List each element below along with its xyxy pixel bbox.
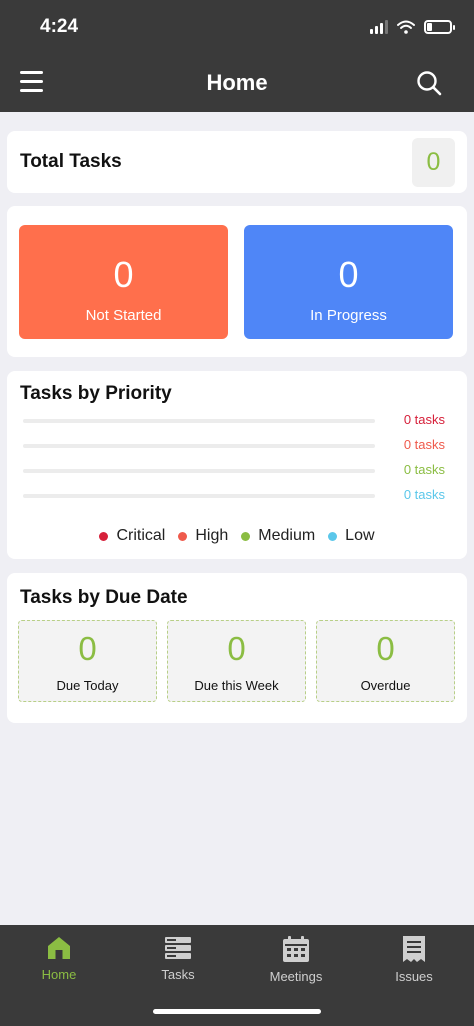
not-started-tile[interactable]: 0 Not Started [19,225,228,339]
legend-dot [99,531,109,541]
in-progress-count: 0 [338,254,359,295]
in-progress-tile[interactable]: 0 In Progress [244,225,453,339]
legend-dot [241,531,251,541]
legend-medium: Medium [241,527,315,545]
nav-item-tasks[interactable]: Tasks [119,935,237,982]
not-started-count: 0 [113,254,134,295]
top-bar: 4:24 Home [0,0,474,112]
priority-card: Tasks by Priority 0 tasks 0 tasks 0 task… [7,371,467,559]
priority-row-low: 0 tasks [23,486,453,506]
legend-dot [178,531,188,541]
priority-title: Tasks by Priority [20,383,172,404]
legend-label: High [195,527,229,544]
priority-value: 0 tasks [403,437,445,452]
home-indicator [153,1009,321,1014]
due-today-tile[interactable]: 0 Due Today [18,620,157,702]
calendar-icon [283,936,309,962]
legend-label: Critical [116,527,166,544]
due-today-label: Due Today [56,678,119,693]
nav-label-home: Home [41,967,77,982]
due-date-title: Tasks by Due Date [20,587,188,608]
due-this-week-tile[interactable]: 0 Due this Week [167,620,306,702]
priority-row-high: 0 tasks [23,436,453,456]
due-this-week-count: 0 [227,630,246,667]
due-this-week-label: Due this Week [194,678,279,693]
status-time: 4:24 [40,16,79,37]
overdue-label: Overdue [360,678,411,693]
issues-icon [403,936,425,962]
nav-label-tasks: Tasks [161,967,195,982]
signal-icon [370,20,388,34]
legend-high: High [178,527,228,545]
battery-icon [424,20,455,34]
nav-item-meetings[interactable]: Meetings [237,935,355,984]
due-date-card: Tasks by Due Date 0 Due Today 0 Due this… [7,573,467,723]
wifi-icon [397,20,415,34]
due-today-count: 0 [78,630,97,667]
home-icon [48,937,70,959]
priority-value: 0 tasks [403,487,445,502]
search-icon[interactable] [416,70,442,96]
nav-label-meetings: Meetings [269,969,323,984]
nav-item-home[interactable]: Home [0,935,118,982]
priority-bar [23,469,375,473]
not-started-label: Not Started [85,307,162,324]
priority-bar [23,494,375,498]
priority-bar [23,444,375,448]
legend-label: Medium [258,527,316,544]
nav-label-issues: Issues [395,969,433,984]
total-tasks-label: Total Tasks [20,151,122,172]
priority-row-medium: 0 tasks [23,461,453,481]
legend-dot [328,531,338,541]
total-tasks-card[interactable]: Total Tasks 0 [7,131,467,193]
priority-value: 0 tasks [403,462,445,477]
legend-critical: Critical [99,527,165,545]
in-progress-label: In Progress [310,307,387,324]
priority-bar [23,419,375,423]
legend-low: Low [328,527,375,545]
overdue-count: 0 [376,630,395,667]
priority-legend: Critical High Medium Low [7,527,467,545]
task-status-card: 0 Not Started 0 In Progress [7,206,467,357]
status-icons [370,20,455,34]
page-title: Home [206,70,268,95]
overdue-tile[interactable]: 0 Overdue [316,620,455,702]
total-tasks-count: 0 [412,138,455,187]
nav-item-issues[interactable]: Issues [355,935,473,984]
priority-row-critical: 0 tasks [23,411,453,431]
tasks-icon [165,937,191,959]
legend-label: Low [345,527,375,544]
priority-value: 0 tasks [403,412,445,427]
